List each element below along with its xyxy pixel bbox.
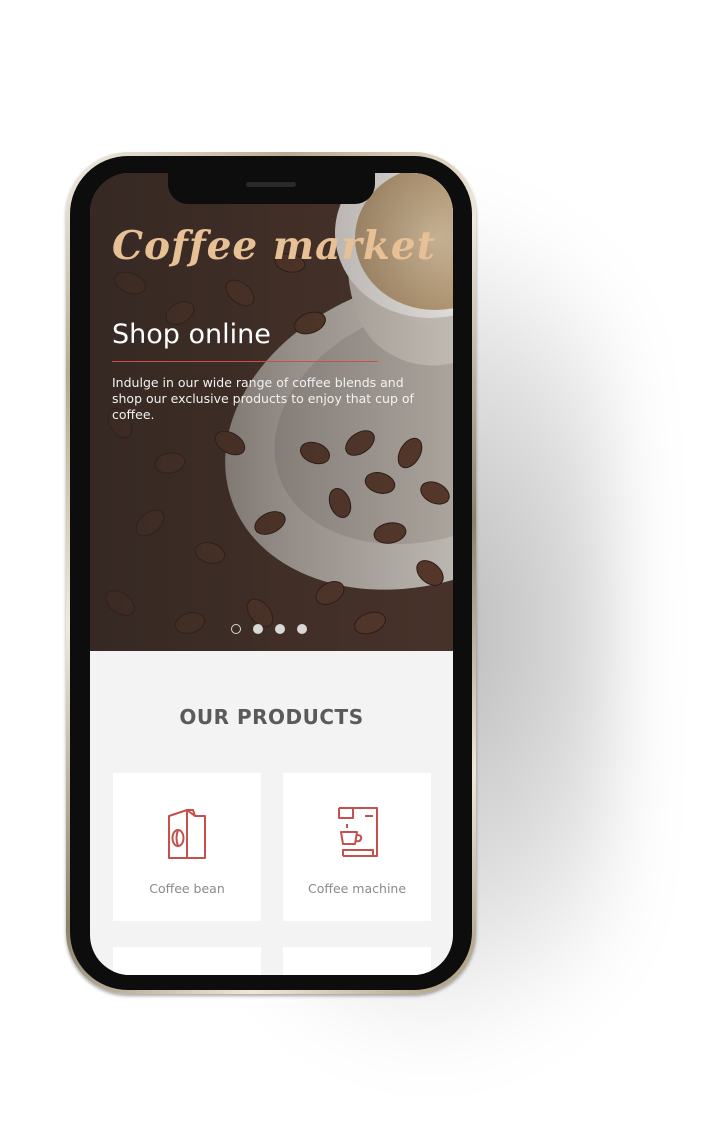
product-card-3[interactable] (113, 947, 261, 975)
carousel-dot-3[interactable] (275, 624, 285, 634)
headline-divider (112, 361, 378, 362)
product-card-4[interactable] (283, 947, 431, 975)
product-label: Coffee bean (149, 881, 225, 896)
coffee-bag-icon (168, 809, 206, 859)
coffee-machine-icon (338, 807, 378, 857)
carousel-dot-1[interactable] (231, 624, 241, 634)
products-section-title: OUR PRODUCTS (179, 705, 364, 729)
mockup-stage: Coffee market Shop online Indulge in our… (0, 0, 715, 1144)
carousel-dot-2[interactable] (253, 624, 263, 634)
product-card-coffee-machine[interactable]: Coffee machine (283, 773, 431, 921)
phone-screen: Coffee market Shop online Indulge in our… (90, 173, 453, 975)
brand-title: Coffee market (112, 223, 436, 269)
hero-description: Indulge in our wide range of coffee blen… (112, 375, 414, 422)
hero-carousel[interactable]: Coffee market Shop online Indulge in our… (90, 173, 453, 651)
hero-headline: Shop online (112, 319, 271, 350)
product-card-coffee-bean[interactable]: Coffee bean (113, 773, 261, 921)
phone-notch (168, 173, 375, 204)
speaker-grille (246, 182, 296, 187)
product-label: Coffee machine (307, 881, 407, 896)
carousel-dot-4[interactable] (297, 624, 307, 634)
carousel-indicators (231, 624, 307, 636)
